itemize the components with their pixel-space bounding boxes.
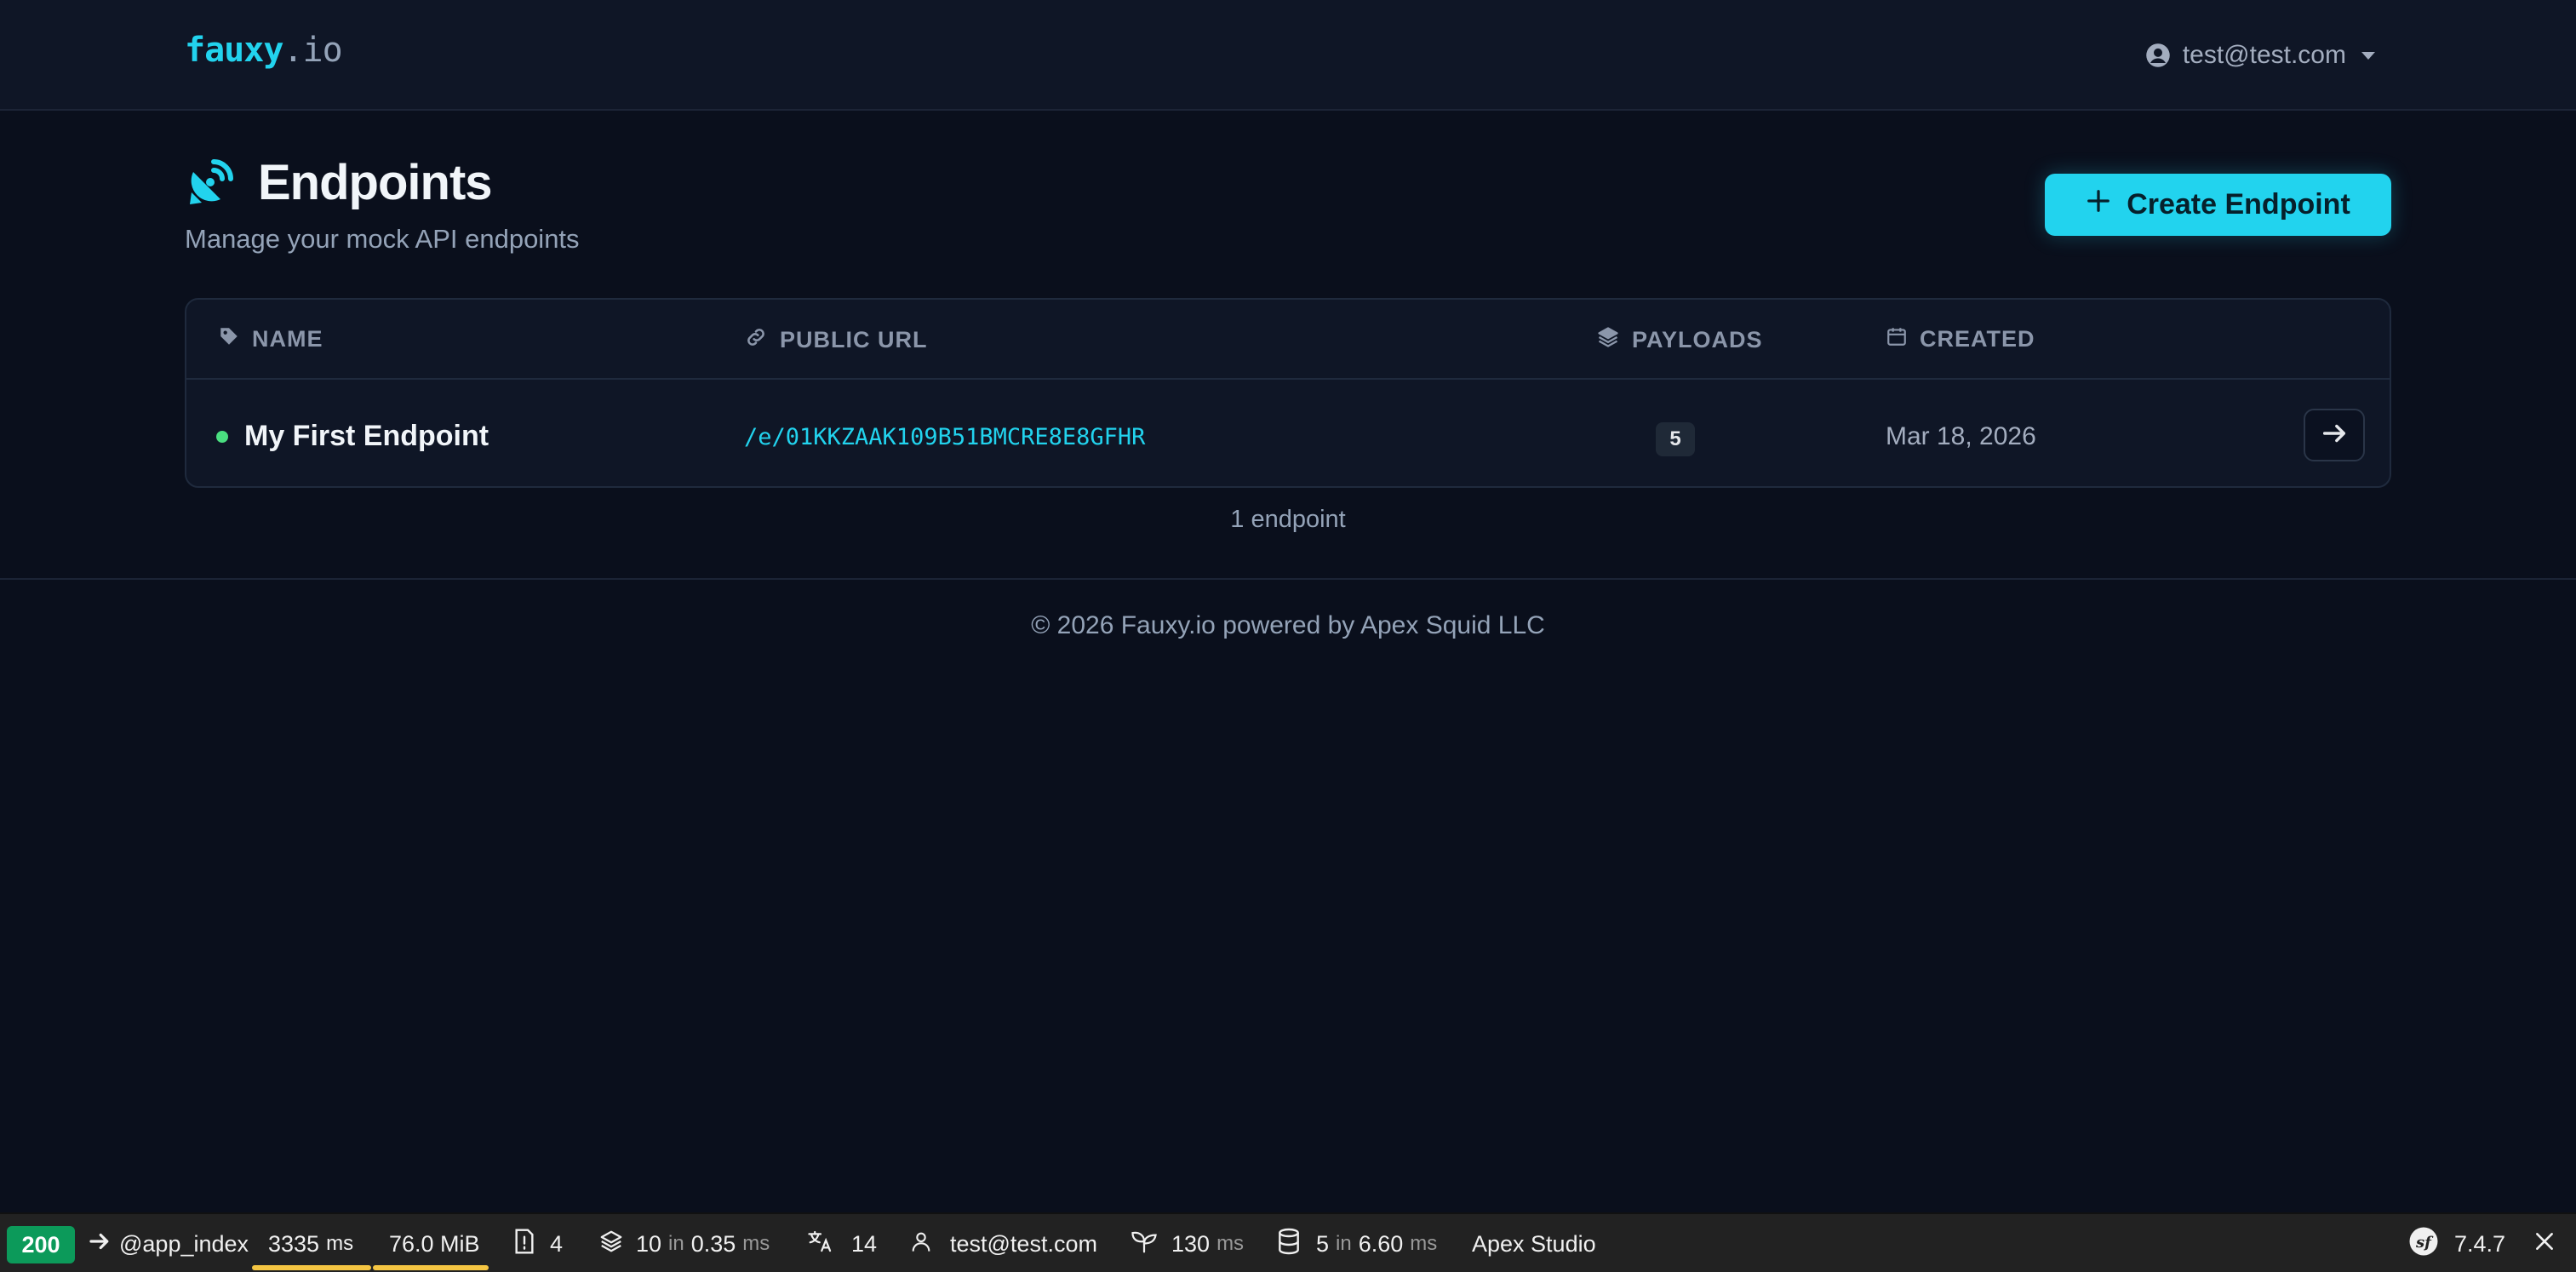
- user-email: test@test.com: [2182, 41, 2346, 69]
- leaf-icon: [1131, 1229, 1158, 1260]
- layers-icon: [598, 1229, 624, 1260]
- symfony-version-panel[interactable]: sf 7.4.7: [2408, 1214, 2505, 1272]
- column-header-created: CREATED: [1886, 325, 2035, 353]
- column-header-name: NAME: [218, 325, 323, 353]
- endpoint-name[interactable]: My First Endpoint: [244, 420, 489, 453]
- top-navbar: fauxy.io test@test.com: [0, 0, 2576, 111]
- tag-icon: [218, 325, 240, 353]
- route-panel[interactable]: @app_index: [87, 1214, 249, 1272]
- translate-icon: [807, 1229, 834, 1260]
- logs-panel[interactable]: 4: [512, 1214, 563, 1272]
- link-icon: [744, 325, 768, 355]
- translation-panel[interactable]: 14: [807, 1214, 877, 1272]
- user-icon: [909, 1229, 933, 1260]
- translation-count: 14: [851, 1230, 878, 1257]
- project-panel[interactable]: Apex Studio: [1472, 1214, 1596, 1272]
- create-endpoint-button[interactable]: Create Endpoint: [2045, 174, 2391, 236]
- db-time: 6.60: [1358, 1230, 1404, 1257]
- time-warning-underline: [252, 1265, 371, 1270]
- open-endpoint-button[interactable]: [2304, 409, 2365, 461]
- footer-copyright: © 2026 Fauxy.io powered by Apex Squid LL…: [1031, 611, 1545, 639]
- user-circle-icon: [2145, 43, 2171, 68]
- calendar-icon: [1886, 325, 1908, 353]
- footer-divider: [0, 578, 2576, 580]
- security-panel[interactable]: test@test.com: [909, 1214, 1097, 1272]
- time-panel[interactable]: 3335 ms: [268, 1214, 353, 1272]
- close-toolbar-button[interactable]: [2533, 1214, 2556, 1272]
- page-header: Endpoints Manage your mock API endpoints: [185, 153, 580, 255]
- table-header: NAME PUBLIC URL PAYLOADS CREATED: [186, 300, 2390, 380]
- arrow-right-icon: [87, 1229, 112, 1260]
- page-title: Endpoints: [258, 155, 493, 210]
- endpoints-table: NAME PUBLIC URL PAYLOADS CREATED My Firs…: [185, 298, 2391, 488]
- db-query-count: 5: [1316, 1230, 1330, 1257]
- endpoint-public-url[interactable]: /e/01KKZAAK109B51BMCRE8E8GFHR: [744, 424, 1145, 450]
- database-panel[interactable]: 5 in 6.60 ms: [1277, 1214, 1437, 1272]
- symfony-version: 7.4.7: [2454, 1230, 2506, 1257]
- arrow-right-icon: [2320, 419, 2349, 452]
- cache-in-label: in: [668, 1232, 684, 1255]
- database-icon: [1277, 1228, 1301, 1261]
- db-time-unit: ms: [1410, 1232, 1438, 1255]
- cache-panel[interactable]: 10 in 0.35 ms: [598, 1214, 770, 1272]
- twig-time: 130: [1171, 1230, 1211, 1257]
- memory-warning-underline: [373, 1265, 489, 1270]
- plus-icon: [2086, 188, 2111, 221]
- endpoint-created-date: Mar 18, 2026: [1886, 422, 2036, 450]
- satellite-dish-icon: [185, 153, 239, 212]
- caret-down-icon: [2361, 51, 2375, 60]
- memory-panel[interactable]: 76.0 MiB: [389, 1214, 480, 1272]
- column-label-created: CREATED: [1920, 326, 2035, 352]
- logo-main: fauxy: [185, 31, 283, 70]
- security-user: test@test.com: [950, 1230, 1097, 1257]
- column-label-public-url: PUBLIC URL: [780, 327, 928, 352]
- column-header-payloads: PAYLOADS: [1596, 325, 1763, 355]
- column-label-payloads: PAYLOADS: [1632, 327, 1763, 352]
- twig-time-unit: ms: [1216, 1232, 1245, 1255]
- logo-suffix: .io: [283, 31, 342, 70]
- status-dot: [216, 431, 228, 443]
- payload-count-badge: 5: [1656, 422, 1695, 456]
- time-value: 3335: [268, 1230, 320, 1257]
- close-icon: [2533, 1230, 2556, 1258]
- logs-count: 4: [550, 1230, 564, 1257]
- table-row[interactable]: My First Endpoint /e/01KKZAAK109B51BMCRE…: [186, 381, 2390, 486]
- route-name: @app_index: [119, 1230, 249, 1257]
- page-subtitle: Manage your mock API endpoints: [185, 224, 580, 254]
- logo[interactable]: fauxy.io: [185, 31, 343, 70]
- db-in-label: in: [1336, 1232, 1352, 1255]
- twig-panel[interactable]: 130 ms: [1131, 1214, 1244, 1272]
- layers-icon: [1596, 325, 1620, 355]
- user-menu-dropdown[interactable]: test@test.com: [2145, 37, 2375, 73]
- status-code-badge[interactable]: 200: [7, 1226, 75, 1263]
- cache-count: 10: [636, 1230, 662, 1257]
- log-file-icon: [512, 1228, 536, 1261]
- column-label-name: NAME: [252, 326, 323, 352]
- cache-time: 0.35: [690, 1230, 736, 1257]
- symfony-logo-icon: sf: [2408, 1226, 2439, 1263]
- endpoint-count: 1 endpoint: [1230, 506, 1346, 533]
- svg-text:sf: sf: [2415, 1233, 2434, 1251]
- cache-time-unit: ms: [742, 1232, 770, 1255]
- debug-toolbar: 200 @app_index 3335 ms 76.0 MiB 4 10 in 0…: [0, 1212, 2576, 1272]
- project-name: Apex Studio: [1472, 1230, 1596, 1257]
- column-header-public-url: PUBLIC URL: [744, 325, 928, 355]
- create-endpoint-label: Create Endpoint: [2127, 188, 2350, 221]
- memory-value: 76.0 MiB: [389, 1230, 480, 1257]
- time-unit: ms: [326, 1232, 354, 1255]
